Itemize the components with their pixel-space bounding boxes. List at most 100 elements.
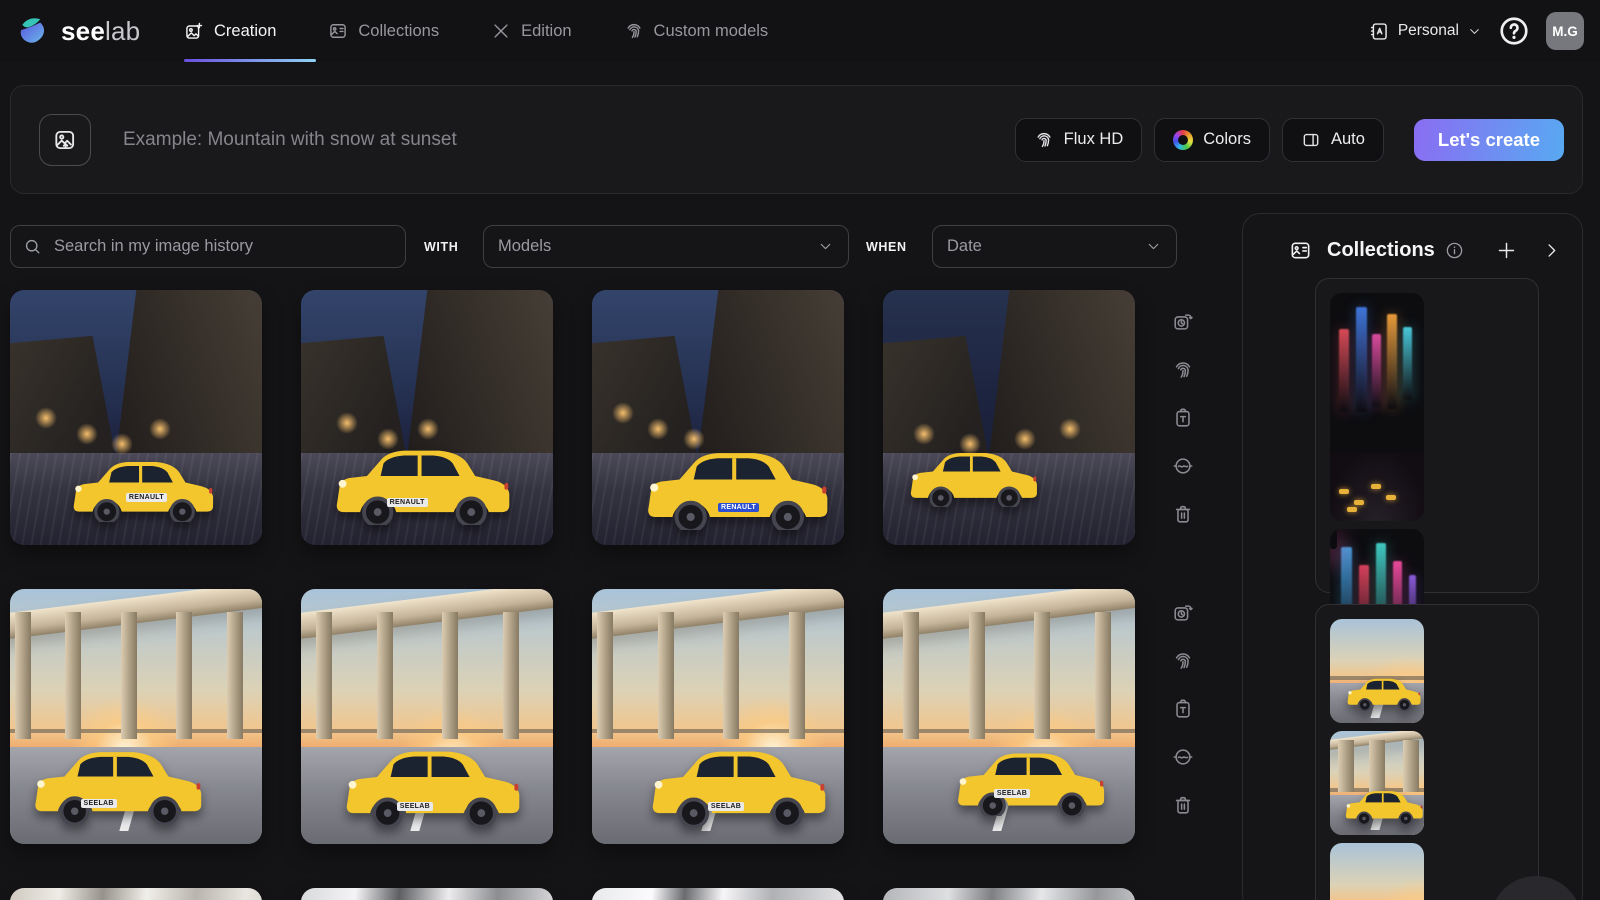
car-illustration	[326, 437, 521, 525]
gallery-image[interactable]: SEELAB	[592, 589, 844, 844]
delete-icon	[1172, 794, 1194, 816]
prompt-input[interactable]	[121, 128, 1015, 152]
row-action-column	[1172, 311, 1194, 525]
colors-button[interactable]: Colors	[1154, 118, 1270, 162]
format-auto-button[interactable]: Auto	[1282, 118, 1384, 162]
gallery-image[interactable]	[10, 888, 262, 900]
seelab-app: seelab Creation Collections Edition Custom …	[0, 0, 1600, 900]
collection-card[interactable]: video	[1315, 278, 1539, 593]
delete-button[interactable]	[1172, 503, 1194, 525]
user-avatar[interactable]: M.G	[1546, 12, 1584, 50]
car-illustration	[25, 739, 213, 823]
generation-time-icon	[1172, 311, 1194, 333]
gallery-image[interactable]: RENAULT	[301, 290, 553, 545]
car-illustration	[949, 742, 1114, 816]
tab-label: Creation	[214, 22, 276, 41]
license-plate: RENAULT	[718, 503, 759, 512]
brand-text-lab: lab	[105, 16, 140, 46]
search-input[interactable]	[52, 236, 393, 257]
gallery-image[interactable]: SEELAB	[301, 589, 553, 844]
tab-label: Custom models	[654, 22, 769, 41]
prompt-actions: Flux HD Colors Auto Let's create	[1015, 118, 1564, 162]
date-filter-select[interactable]: Date	[932, 225, 1177, 268]
upload-image-button[interactable]	[39, 114, 91, 166]
when-label: WHEN	[866, 225, 907, 268]
image-upload-icon	[52, 127, 78, 153]
variations-button[interactable]	[1172, 455, 1194, 477]
chevron-down-icon	[817, 238, 834, 255]
model-fingerprint-button[interactable]	[1172, 359, 1194, 381]
model-select-button[interactable]: Flux HD	[1015, 118, 1143, 162]
gallery-image[interactable]	[301, 888, 553, 900]
variations-icon	[1172, 455, 1194, 477]
chevron-down-icon	[1145, 238, 1162, 255]
model-fingerprint-button[interactable]	[1172, 650, 1194, 672]
gallery-image[interactable]: RENAULT	[592, 290, 844, 545]
generation-time-button[interactable]	[1172, 311, 1194, 333]
car-illustration	[1343, 673, 1424, 710]
navbar-right: Personal M.G	[1369, 0, 1584, 62]
active-tab-underline	[184, 59, 316, 62]
generation-time-icon	[1172, 602, 1194, 624]
collection-thumbnail[interactable]	[1330, 293, 1424, 521]
lets-create-button[interactable]: Let's create	[1414, 119, 1564, 161]
workspace-selector[interactable]: Personal	[1369, 21, 1482, 42]
car-illustration	[1341, 785, 1424, 824]
tab-custom-models[interactable]: Custom models	[624, 21, 769, 41]
tab-collections[interactable]: Collections	[328, 21, 439, 41]
copy-prompt-button[interactable]	[1172, 407, 1194, 429]
row-action-column	[1172, 602, 1194, 816]
model-fingerprint-icon	[1172, 359, 1194, 381]
prompt-bar: Flux HD Colors Auto Let's create	[10, 85, 1583, 194]
seelab-logo-icon	[16, 13, 52, 49]
gallery-image[interactable]	[592, 888, 844, 900]
expand-panel-button[interactable]	[1542, 241, 1561, 260]
collections-title: Collections	[1327, 239, 1435, 262]
gallery-image[interactable]: RENAULT	[10, 290, 262, 545]
copy-prompt-button[interactable]	[1172, 698, 1194, 720]
tab-creation[interactable]: Creation	[184, 21, 276, 41]
car-illustration	[65, 451, 223, 522]
gallery-image[interactable]: SEELAB	[883, 589, 1135, 844]
gallery-card-icon	[328, 21, 348, 41]
fingerprint-icon	[624, 21, 644, 41]
collections-icon	[1289, 239, 1312, 262]
generation-time-button[interactable]	[1172, 602, 1194, 624]
collections-header: Collections	[1243, 236, 1582, 264]
with-label: WITH	[424, 225, 458, 268]
tab-edition[interactable]: Edition	[491, 21, 571, 41]
gallery-image[interactable]	[883, 888, 1135, 900]
info-icon[interactable]	[1445, 241, 1464, 260]
collection-thumbnail[interactable]	[1330, 843, 1424, 900]
car-illustration	[642, 738, 837, 826]
collection-thumbs	[1330, 619, 1524, 900]
history-search	[10, 225, 406, 268]
models-filter-select[interactable]: Models	[483, 225, 849, 268]
chevron-down-icon	[1467, 24, 1482, 39]
collections-panel: Collections videoR5	[1242, 213, 1583, 900]
workspace-label: Personal	[1398, 22, 1459, 40]
car-illustration	[336, 738, 531, 826]
variations-button[interactable]	[1172, 746, 1194, 768]
fingerprint-icon	[1034, 130, 1054, 150]
collection-thumbnail[interactable]	[1330, 619, 1424, 723]
colors-button-label: Colors	[1203, 130, 1251, 149]
car-illustration	[903, 443, 1046, 507]
brand-logo[interactable]: seelab	[16, 0, 140, 62]
help-button[interactable]	[1498, 15, 1530, 47]
collection-card[interactable]: R5	[1315, 604, 1539, 900]
brand-name: seelab	[61, 16, 140, 47]
format-icon	[1301, 130, 1321, 150]
delete-button[interactable]	[1172, 794, 1194, 816]
gallery-image[interactable]	[883, 290, 1135, 545]
car-illustration	[637, 439, 840, 530]
add-collection-button[interactable]	[1496, 240, 1517, 261]
address-book-icon	[1369, 21, 1390, 42]
question-icon	[1498, 15, 1530, 47]
format-button-label: Auto	[1331, 130, 1365, 149]
edit-tools-icon	[491, 21, 511, 41]
gallery-image[interactable]: SEELAB	[10, 589, 262, 844]
collection-thumbnail[interactable]	[1330, 731, 1424, 835]
models-filter-value: Models	[498, 237, 551, 256]
variations-icon	[1172, 746, 1194, 768]
